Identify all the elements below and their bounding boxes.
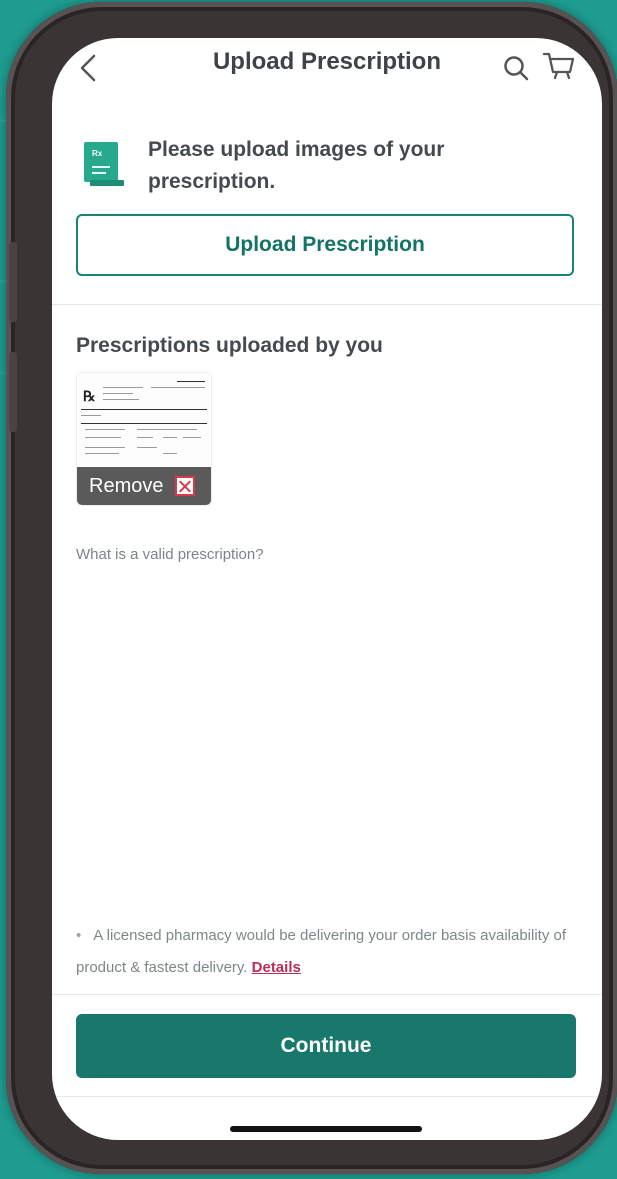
upload-prescription-button[interactable]: Upload Prescription	[76, 214, 574, 276]
phone-screen: Upload Prescription Rx Please upload ima…	[52, 38, 602, 1140]
section-divider	[52, 304, 602, 305]
details-link[interactable]: Details	[252, 959, 301, 976]
home-indicator[interactable]	[230, 1126, 422, 1132]
pharmacy-note: • A licensed pharmacy would be delivering…	[76, 920, 566, 984]
remove-label: Remove	[89, 474, 164, 497]
bullet-dot: •	[76, 927, 82, 944]
uploaded-prescriptions-title: Prescriptions uploaded by you	[76, 334, 383, 357]
pharmacy-note-text: A licensed pharmacy would be delivering …	[76, 927, 567, 976]
app-header: Upload Prescription	[52, 38, 602, 98]
cart-icon[interactable]	[542, 50, 576, 82]
side-button	[9, 352, 17, 432]
valid-prescription-link[interactable]: What is a valid prescription?	[76, 546, 264, 563]
continue-button[interactable]: Continue	[76, 1014, 576, 1078]
bottom-divider	[52, 1096, 602, 1097]
footer-divider	[52, 994, 602, 995]
remove-prescription-button[interactable]: Remove	[77, 467, 211, 505]
search-icon[interactable]	[502, 54, 530, 82]
side-button	[9, 242, 17, 322]
phone-frame: Upload Prescription Rx Please upload ima…	[6, 2, 617, 1174]
close-icon	[175, 476, 196, 496]
prescription-document-icon: Rx	[84, 142, 124, 186]
svg-text:Rx: Rx	[92, 149, 103, 158]
upload-instruction: Please upload images of your prescriptio…	[148, 138, 445, 193]
rx-symbol: ℞	[83, 390, 96, 405]
prescription-thumbnail[interactable]: ℞ Remove	[76, 372, 212, 506]
